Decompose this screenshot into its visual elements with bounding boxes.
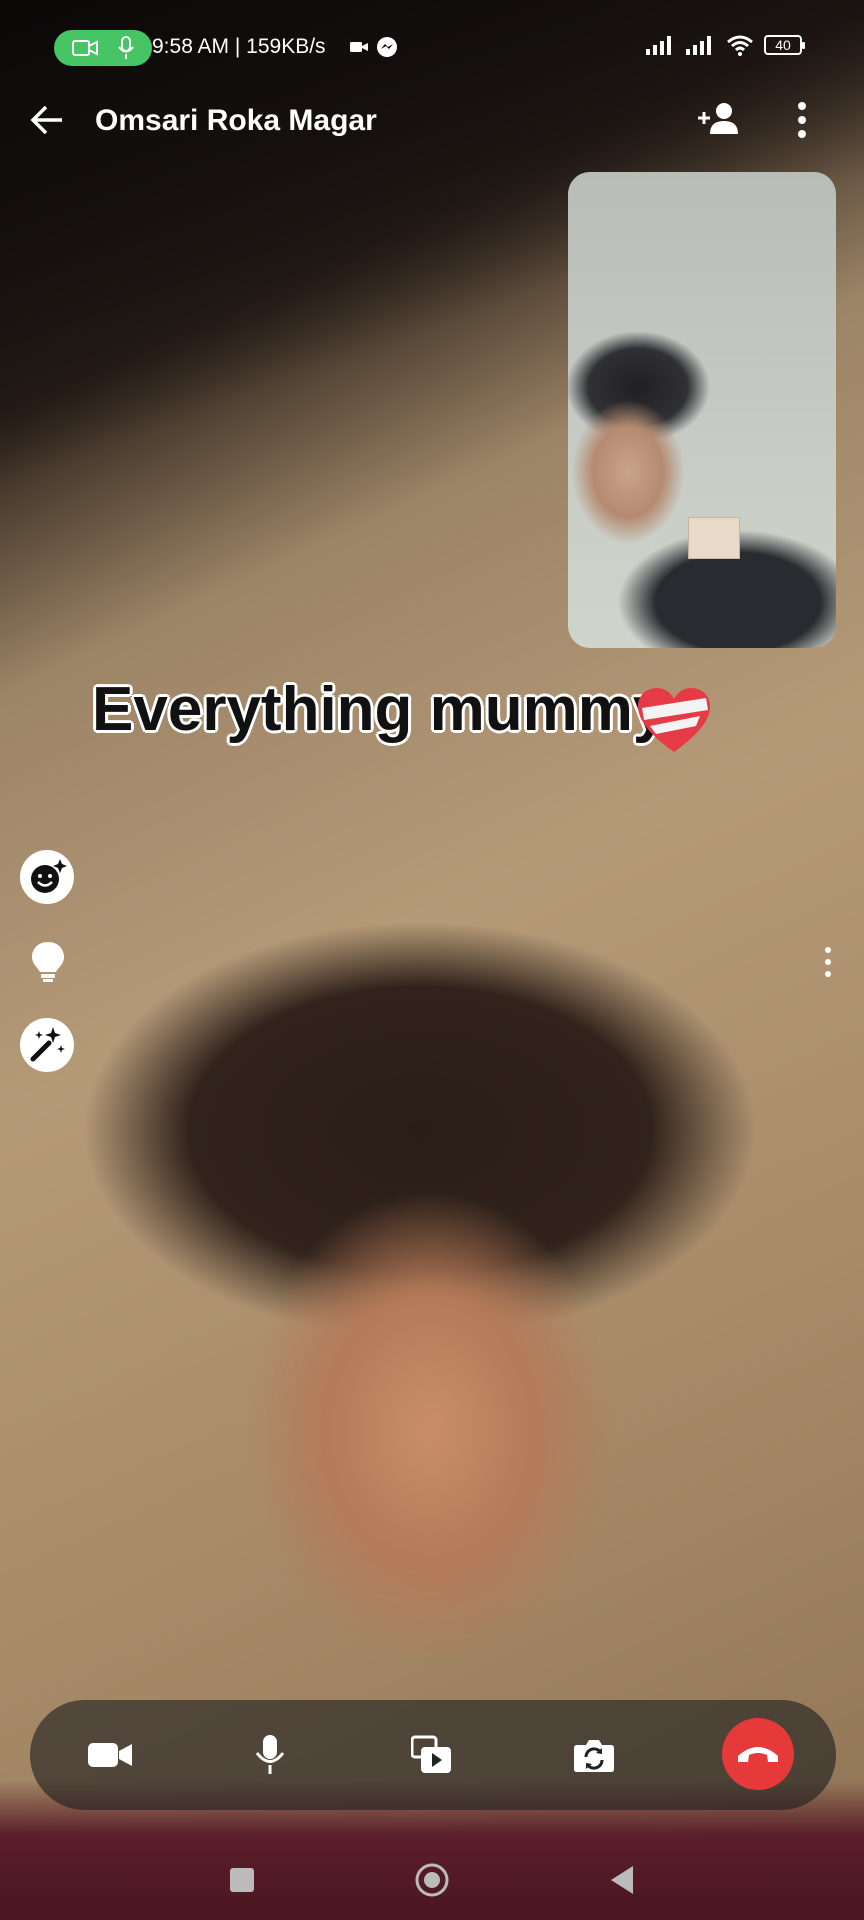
triangle-back-icon (611, 1866, 633, 1894)
microphone-icon (255, 1735, 285, 1774)
ongoing-call-pill[interactable] (54, 30, 152, 66)
video-caption-text: Everything mummy (92, 675, 668, 744)
battery-icon: 40 (764, 35, 805, 55)
bandaged-heart-icon (638, 688, 710, 752)
microphone-toggle-button[interactable] (240, 1725, 300, 1785)
video-camera-icon (88, 1743, 132, 1767)
recent-apps-button[interactable] (220, 1858, 264, 1902)
home-circle-icon (415, 1863, 449, 1897)
effects-button[interactable] (20, 850, 74, 904)
camera-flip-icon (574, 1740, 614, 1772)
camera-toggle-button[interactable] (80, 1725, 140, 1785)
status-bar: 9:58 AM | 159KB/s 40 (0, 0, 864, 94)
self-video-preview[interactable] (568, 172, 836, 648)
video-recording-icon (350, 42, 368, 52)
lighting-button[interactable] (28, 940, 68, 984)
self-video-background-poster (688, 517, 740, 559)
battery-level: 40 (775, 37, 791, 53)
microphone-icon (117, 36, 134, 59)
call-control-bar (30, 1700, 836, 1810)
face-sparkle-icon (31, 859, 67, 893)
share-media-button[interactable] (402, 1725, 462, 1785)
back-button[interactable] (26, 98, 70, 142)
call-header: Omsari Roka Magar (0, 94, 864, 158)
messenger-icon (377, 37, 397, 57)
status-indicators: 40 (646, 34, 805, 56)
back-nav-button[interactable] (600, 1858, 644, 1902)
more-vert-icon (798, 102, 806, 138)
lightbulb-icon (32, 942, 64, 982)
magic-wand-icon (30, 1027, 65, 1062)
wifi-icon (727, 35, 753, 56)
square-icon (230, 1868, 254, 1892)
end-call-button[interactable] (722, 1718, 794, 1790)
magic-effects-button[interactable] (20, 1018, 74, 1072)
signal-icon-2 (686, 36, 711, 55)
side-more-button[interactable] (820, 944, 836, 980)
end-call-icon (738, 1747, 778, 1762)
more-options-button[interactable] (786, 96, 818, 144)
share-media-icon (411, 1735, 451, 1773)
system-navigation-bar (0, 1840, 864, 1920)
call-participant-name: Omsari Roka Magar (95, 104, 377, 137)
video-camera-icon (71, 40, 98, 56)
add-person-icon (698, 103, 738, 134)
flip-camera-button[interactable] (564, 1725, 624, 1785)
status-time-speed: 9:58 AM | 159KB/s (152, 35, 326, 58)
add-person-button[interactable] (694, 96, 742, 144)
arrow-left-icon (30, 105, 62, 135)
signal-icon-1 (646, 36, 671, 55)
more-vert-icon (825, 947, 831, 977)
home-button[interactable] (410, 1858, 454, 1902)
